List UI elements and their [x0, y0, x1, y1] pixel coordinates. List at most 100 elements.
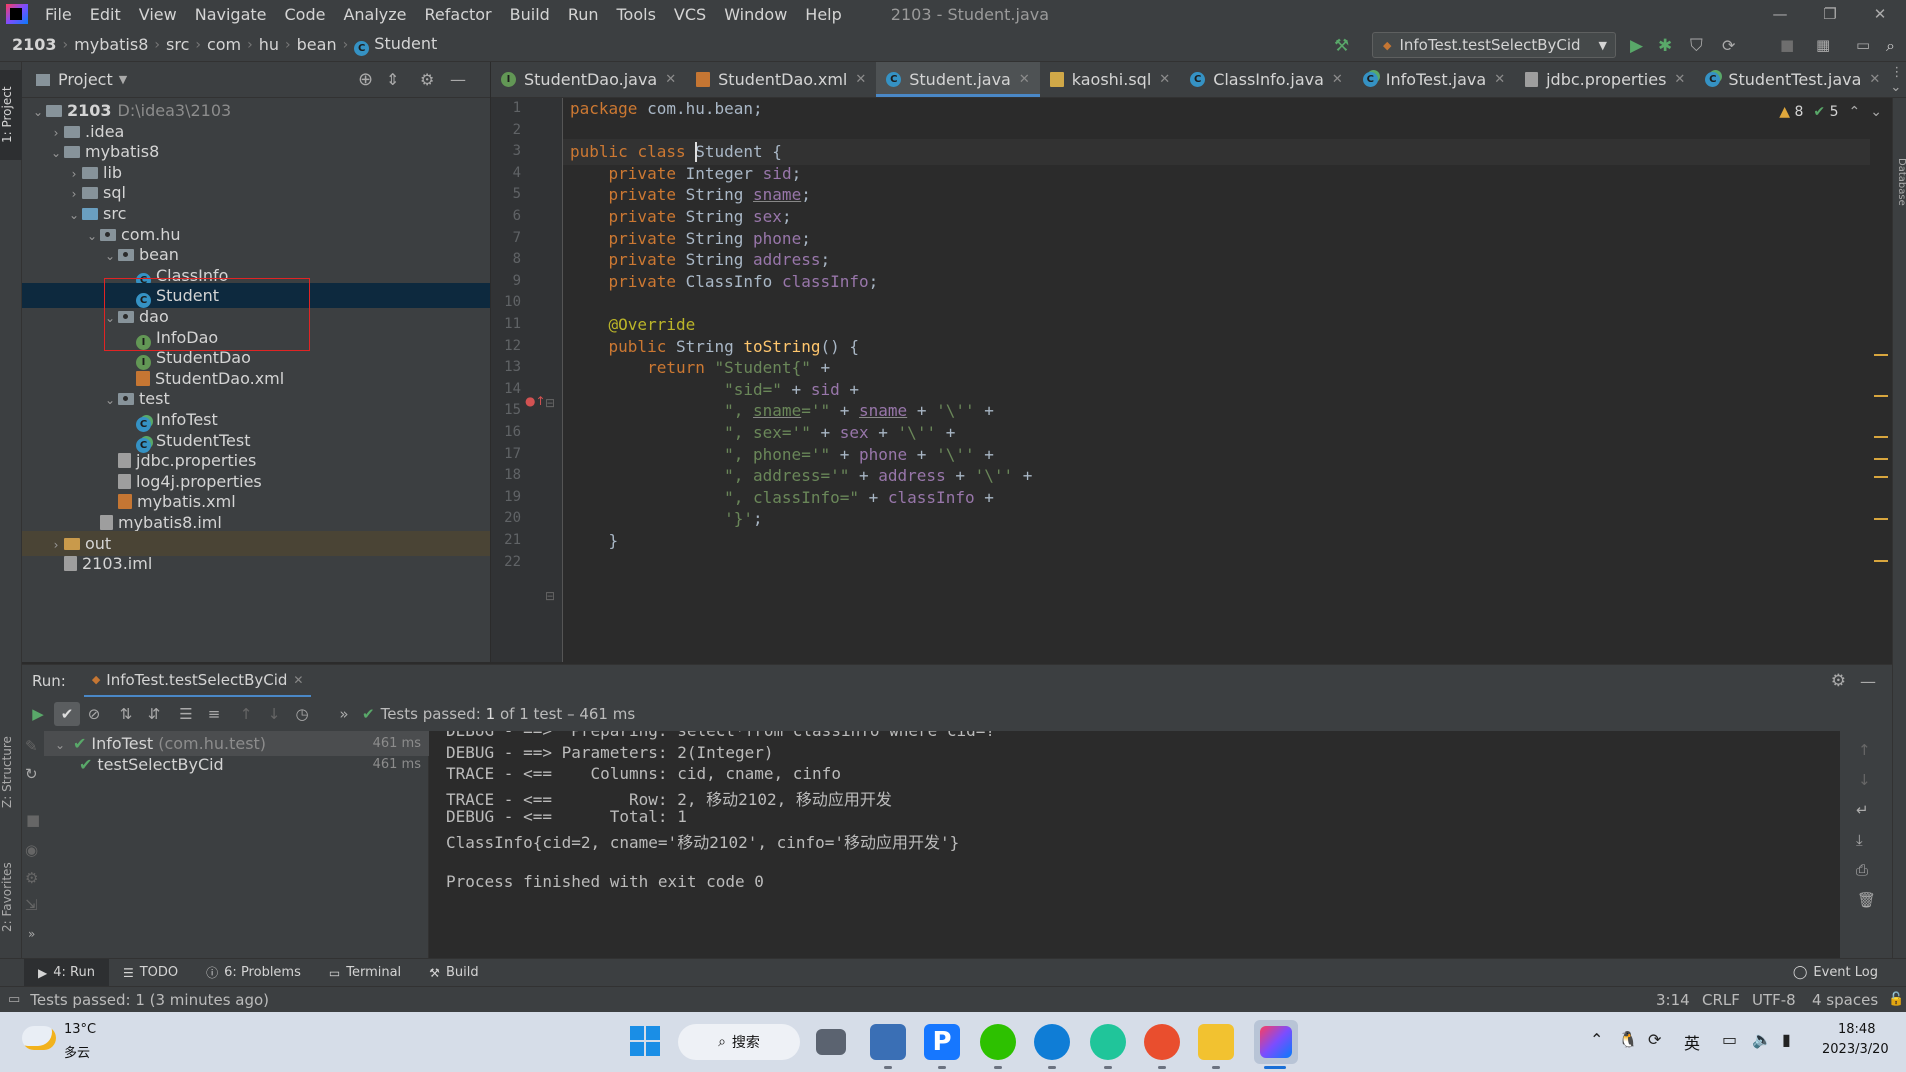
debug-icon[interactable]: ✱ — [1658, 36, 1676, 56]
show-ignored-icon[interactable]: ⊘ — [84, 705, 104, 723]
scroll-down-icon[interactable]: ↓ — [1858, 771, 1871, 789]
close-tab-icon[interactable]: ✕ — [1869, 72, 1880, 87]
menu-analyze[interactable]: Analyze — [334, 5, 415, 24]
file-explorer-icon[interactable] — [1198, 1024, 1234, 1060]
expand-side-icon[interactable]: » — [28, 927, 35, 941]
intellij-taskbar-icon[interactable] — [1260, 1026, 1292, 1058]
scroll-up-icon[interactable]: ↑ — [1858, 741, 1871, 759]
editor-tab[interactable]: jdbc.properties ✕ — [1515, 62, 1695, 97]
editor-error-stripe[interactable] — [1870, 98, 1892, 662]
show-passed-icon[interactable]: ✔ — [54, 702, 80, 726]
structure-tool-tab[interactable]: Z: Structure — [0, 722, 22, 822]
collapse-all-run-icon[interactable]: ≡ — [204, 705, 224, 723]
run-icon[interactable]: ▶ — [1630, 36, 1648, 56]
prev-highlight-icon[interactable]: ⌃ — [1849, 104, 1861, 120]
menu-window[interactable]: Window — [715, 5, 796, 24]
menu-build[interactable]: Build — [501, 5, 559, 24]
console-output[interactable]: DEBUG - ==> Preparing: select*from class… — [430, 731, 1840, 958]
breadcrumb-item[interactable]: hu — [253, 35, 285, 54]
weather-desc[interactable]: 多云 — [64, 1042, 90, 1061]
hide-run-panel-icon[interactable]: — — [1860, 672, 1876, 691]
p-app-icon[interactable]: P — [924, 1024, 960, 1060]
profile-icon[interactable]: ⟳ — [1722, 36, 1740, 55]
editor-tab[interactable]: StudentDao.xml ✕ — [686, 62, 876, 97]
print-icon[interactable]: ⎙ — [1856, 861, 1868, 879]
collapse-all-icon[interactable]: ⇕ — [386, 70, 399, 89]
override-marker-icon[interactable]: ●↑ — [525, 394, 546, 408]
code-editor[interactable]: package com.hu.bean; public class Student… — [563, 98, 1886, 662]
project-tool-tab[interactable]: 1: Project — [0, 70, 22, 160]
status-toggle-icon[interactable]: ▭ — [8, 992, 20, 1007]
menu-help[interactable]: Help — [796, 5, 850, 24]
bottom-tab[interactable]: ▶ 4: Run — [24, 958, 109, 987]
file-encoding[interactable]: UTF-8 — [1752, 991, 1796, 1009]
close-window-icon[interactable]: ✕ — [1850, 0, 1906, 28]
fold-icon[interactable]: ⊟ — [545, 396, 555, 410]
settings-gear-icon[interactable]: ⚙ — [420, 70, 434, 89]
menu-file[interactable]: File — [36, 5, 81, 24]
bottom-tab[interactable]: ☰ TODO — [109, 959, 192, 987]
menu-view[interactable]: View — [130, 5, 186, 24]
ime-indicator[interactable]: 英 — [1684, 1030, 1700, 1054]
tray-expand-icon[interactable]: ⌃ — [1590, 1030, 1603, 1049]
editor-tab[interactable]: C ClassInfo.java ✕ — [1180, 62, 1353, 97]
next-highlight-icon[interactable]: ⌄ — [1870, 104, 1882, 120]
tab-overflow-icon[interactable]: ⋮ ⌄ — [1890, 62, 1903, 97]
caret-position[interactable]: 3:14 — [1656, 991, 1690, 1009]
stop-icon[interactable]: ■ — [1780, 36, 1798, 54]
build-hammer-icon[interactable]: ⚒ — [1334, 36, 1352, 56]
pin-icon[interactable]: ✎ — [25, 737, 38, 755]
editor-tab[interactable]: C InfoTest.java ✕ — [1353, 62, 1515, 97]
editor-tab[interactable]: kaoshi.sql ✕ — [1040, 62, 1180, 97]
breadcrumb-item[interactable]: com — [201, 35, 247, 54]
clock-date[interactable]: 2023/3/20 — [1822, 1042, 1889, 1057]
run-configuration-select[interactable]: ◆ InfoTest.testSelectByCid ▼ — [1372, 32, 1616, 58]
exit-icon[interactable]: ⇲ — [25, 896, 38, 914]
edge-browser-icon[interactable] — [1034, 1024, 1070, 1060]
test-node[interactable]: ✔ testSelectByCid 461 ms — [44, 752, 429, 777]
bottom-tab[interactable]: ▭ Terminal — [315, 959, 415, 987]
stop-run-icon[interactable]: ■ — [26, 811, 40, 829]
soft-wrap-icon[interactable]: ↵ — [1856, 801, 1869, 819]
more-actions-icon[interactable]: » — [334, 705, 354, 723]
sync-tray-icon[interactable]: ⟳ — [1648, 1030, 1661, 1049]
clear-trash-icon[interactable]: 🗑 — [1857, 891, 1876, 909]
menu-edit[interactable]: Edit — [81, 5, 130, 24]
scroll-to-end-icon[interactable]: ⤓ — [1856, 831, 1863, 849]
indent-setting[interactable]: 4 spaces — [1812, 991, 1878, 1009]
database-tool-tab[interactable]: Database — [1893, 142, 1906, 222]
bottom-tab[interactable]: ⚒ Build — [415, 959, 492, 987]
close-tab-icon[interactable]: ✕ — [855, 72, 866, 87]
lock-icon[interactable]: 🔓 — [1888, 992, 1904, 1007]
sort-duration-icon[interactable]: ⇵ — [144, 705, 164, 723]
editor-tab[interactable]: I StudentDao.java ✕ — [491, 62, 686, 97]
volume-icon[interactable]: 🔈 — [1752, 1030, 1772, 1049]
history-clock-icon[interactable]: ◷ — [292, 705, 312, 723]
close-tab-icon[interactable]: ✕ — [1019, 72, 1030, 87]
close-tab-icon[interactable]: ✕ — [1159, 72, 1170, 87]
task-view-icon[interactable] — [816, 1029, 846, 1055]
bottom-tab[interactable]: ⓘ 6: Problems — [192, 959, 315, 987]
project-structure-icon[interactable]: ▦ — [1816, 36, 1834, 54]
breadcrumb-item[interactable]: 2103 — [6, 35, 63, 54]
breadcrumb-item[interactable]: C Student — [348, 34, 443, 56]
network-icon[interactable]: ▭ — [1722, 1030, 1737, 1049]
taskbar-search[interactable]: ⌕ 搜索 — [678, 1024, 800, 1060]
breadcrumb-item[interactable]: mybatis8 — [68, 35, 154, 54]
chrome-browser-icon[interactable] — [1144, 1024, 1180, 1060]
menu-navigate[interactable]: Navigate — [186, 5, 276, 24]
editor-tab[interactable]: C StudentTest.java ✕ — [1695, 62, 1890, 97]
event-log-button[interactable]: ◯ Event Log — [1793, 965, 1878, 980]
locate-file-icon[interactable]: ⊕ — [358, 69, 373, 90]
menu-vcs[interactable]: VCS — [665, 5, 715, 24]
search-icon[interactable]: ⌕ — [1886, 36, 1904, 55]
terminal-window-icon[interactable]: ▭ — [1856, 36, 1874, 54]
prev-failed-icon[interactable]: ↑ — [236, 705, 256, 723]
favorites-tool-tab[interactable]: 2: Favorites — [0, 847, 22, 947]
next-failed-icon[interactable]: ↓ — [264, 705, 284, 723]
battery-icon[interactable]: ▮ — [1782, 1030, 1791, 1049]
breadcrumb-item[interactable]: src — [160, 35, 195, 54]
editor-tab[interactable]: C Student.java ✕ — [876, 62, 1040, 97]
inspection-widget[interactable]: ▲ 8 ✔ 5 ⌃ ⌄ — [1779, 104, 1882, 120]
rerun-icon[interactable]: ▶ — [28, 705, 48, 723]
